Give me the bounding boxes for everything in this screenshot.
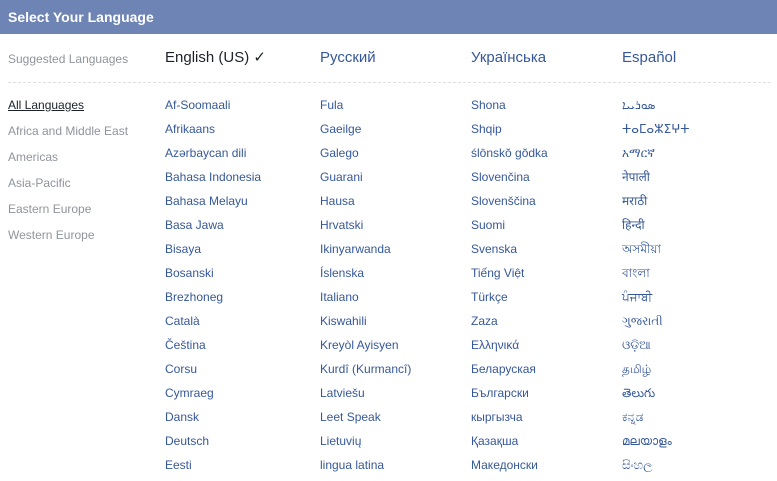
language-link[interactable]: বাংলা [622, 265, 689, 289]
language-link[interactable]: Leet Speak [320, 409, 411, 433]
language-link[interactable]: አማርኛ [622, 145, 689, 169]
language-link[interactable]: Fula [320, 97, 411, 121]
language-link[interactable]: नेपाली [622, 169, 689, 193]
language-link[interactable]: Kurdî (Kurmancî) [320, 361, 411, 385]
language-column-4: ܣܘܪܝܝܐ ⵜⴰⵎⴰⵣⵉⵖⵜ አማርኛ नेपाली मराठी हिन्दी অসমীয… [622, 97, 689, 481]
language-column-2: Fula Gaeilge Galego Guarani Hausa Hrvatski Iki… [320, 97, 411, 481]
language-link[interactable]: ગુજરાતી [622, 313, 689, 337]
language-column-1: Af-Soomaali Afrikaans Azərbaycan dili Bahas… [165, 97, 261, 481]
language-link[interactable]: Suomi [471, 217, 548, 241]
region-americas[interactable]: Americas [8, 149, 128, 175]
language-link[interactable]: Беларуская [471, 361, 548, 385]
language-link[interactable]: ⵜⴰⵎⴰⵣⵉⵖⵜ [622, 121, 689, 145]
language-link[interactable]: Български [471, 385, 548, 409]
language-link[interactable]: Čeština [165, 337, 261, 361]
language-link[interactable]: অসমীয়া [622, 241, 689, 265]
language-link[interactable]: ಕನ್ನಡ [622, 409, 689, 433]
language-link[interactable]: Kiswahili [320, 313, 411, 337]
language-link[interactable]: മലയാളം [622, 433, 689, 457]
language-link[interactable]: Brezhoneg [165, 289, 261, 313]
language-link[interactable]: ܣܘܪܝܝܐ [622, 97, 689, 121]
suggested-language-spanish[interactable]: Español [622, 48, 676, 68]
language-link[interactable]: кыргызча [471, 409, 548, 433]
language-link[interactable]: Hrvatski [320, 217, 411, 241]
language-link[interactable]: Deutsch [165, 433, 261, 457]
language-link[interactable]: Bahasa Melayu [165, 193, 261, 217]
language-link[interactable]: Íslenska [320, 265, 411, 289]
language-link[interactable]: Shqip [471, 121, 548, 145]
language-link[interactable]: தமிழ் [622, 361, 689, 385]
language-link[interactable]: Corsu [165, 361, 261, 385]
language-link[interactable]: Afrikaans [165, 121, 261, 145]
language-link[interactable]: Slovenčina [471, 169, 548, 193]
language-link[interactable]: Català [165, 313, 261, 337]
language-link[interactable]: Basa Jawa [165, 217, 261, 241]
language-link[interactable]: Galego [320, 145, 411, 169]
language-link[interactable]: Zaza [471, 313, 548, 337]
language-link[interactable]: తెలుగు [622, 385, 689, 409]
suggested-language-ukrainian[interactable]: Українська [471, 48, 546, 68]
region-filter-list: All Languages Africa and Middle East Ame… [8, 97, 128, 253]
language-link[interactable]: Ikinyarwanda [320, 241, 411, 265]
language-link[interactable]: Bosanski [165, 265, 261, 289]
language-link[interactable]: Eesti [165, 457, 261, 481]
language-link[interactable]: Lietuvių [320, 433, 411, 457]
language-link[interactable]: Hausa [320, 193, 411, 217]
language-link[interactable]: Македонски [471, 457, 548, 481]
language-link[interactable]: हिन्दी [622, 217, 689, 241]
language-link[interactable]: Kreyòl Ayisyen [320, 337, 411, 361]
language-link[interactable]: Slovenščina [471, 193, 548, 217]
language-link[interactable]: Dansk [165, 409, 261, 433]
suggested-languages-label: Suggested Languages [8, 52, 129, 66]
language-link[interactable]: Қазақша [471, 433, 548, 457]
language-column-3: Shona Shqip ślōnskŏ gŏdka Slovenčina Slovenš… [471, 97, 548, 481]
language-link[interactable]: ଓଡ଼ିଆ [622, 337, 689, 361]
language-link[interactable]: Ελληνικά [471, 337, 548, 361]
suggested-language-english-us: English (US) ✓ [165, 49, 266, 66]
dialog-header: Select Your Language [0, 0, 777, 34]
language-link[interactable]: Af-Soomaali [165, 97, 261, 121]
language-link[interactable]: Tiếng Việt [471, 265, 548, 289]
language-link[interactable]: मराठी [622, 193, 689, 217]
language-link[interactable]: ਪੰਜਾਬੀ [622, 289, 689, 313]
language-link[interactable]: Bisaya [165, 241, 261, 265]
language-link[interactable]: Latviešu [320, 385, 411, 409]
region-eastern-europe[interactable]: Eastern Europe [8, 201, 128, 227]
language-link[interactable]: Guarani [320, 169, 411, 193]
language-link[interactable]: Italiano [320, 289, 411, 313]
language-link[interactable]: Shona [471, 97, 548, 121]
language-link[interactable]: Svenska [471, 241, 548, 265]
section-divider [8, 82, 771, 83]
region-asia-pacific[interactable]: Asia-Pacific [8, 175, 128, 201]
language-link[interactable]: Gaeilge [320, 121, 411, 145]
language-link[interactable]: සිංහල [622, 457, 689, 481]
region-western-europe[interactable]: Western Europe [8, 227, 128, 253]
language-link[interactable]: lingua latina [320, 457, 411, 481]
language-link[interactable]: Azərbaycan dili [165, 145, 261, 169]
language-link[interactable]: Bahasa Indonesia [165, 169, 261, 193]
region-africa-middle-east[interactable]: Africa and Middle East [8, 123, 128, 149]
language-link[interactable]: ślōnskŏ gŏdka [471, 145, 548, 169]
language-link[interactable]: Türkçe [471, 289, 548, 313]
suggested-language-russian[interactable]: Русский [320, 48, 376, 68]
region-all-languages[interactable]: All Languages [8, 97, 128, 123]
language-link[interactable]: Cymraeg [165, 385, 261, 409]
dialog-title: Select Your Language [8, 9, 154, 25]
